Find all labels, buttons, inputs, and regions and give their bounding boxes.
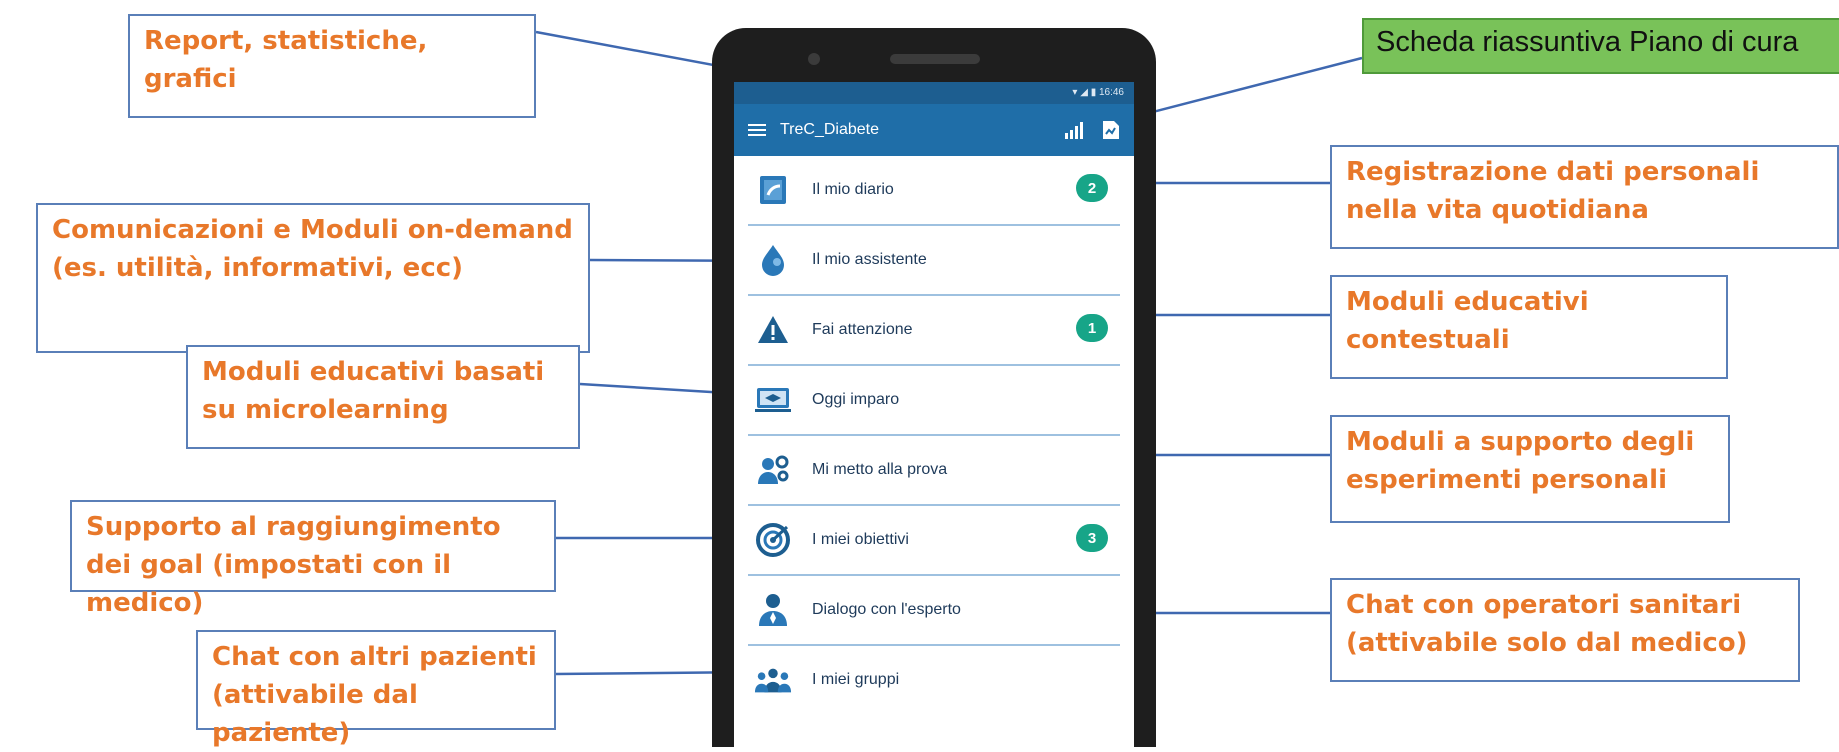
menu-hamburger-icon[interactable] (748, 124, 766, 136)
notification-badge: 1 (1076, 314, 1108, 342)
menu-label: Fai attenzione (812, 321, 913, 338)
callout-care-plan-summary: Scheda riassuntiva Piano di cura (1362, 18, 1839, 74)
stats-signal-icon[interactable] (1064, 121, 1086, 139)
drop-icon (754, 241, 792, 279)
phone-device: ▾ ◢ ▮ 16:46 TreC_Diabete Il mio diario 2… (712, 28, 1156, 747)
app-bar: TreC_Diabete (734, 104, 1134, 156)
menu-item-oggi-imparo[interactable]: Oggi imparo (748, 366, 1120, 436)
callout-registration: Registrazione dati personali nella vita … (1330, 145, 1839, 249)
callout-communications: Comunicazioni e Moduli on-demand (es. ut… (36, 203, 590, 353)
summary-document-icon[interactable] (1102, 120, 1120, 140)
phone-speaker (890, 54, 980, 64)
phone-camera (808, 53, 820, 65)
callout-contextual: Moduli educativi contestuali (1330, 275, 1728, 379)
callout-chat-operators: Chat con operatori sanitari (attivabile … (1330, 578, 1800, 682)
target-icon (754, 521, 792, 559)
diary-icon (754, 171, 792, 209)
notification-badge: 2 (1076, 174, 1108, 202)
menu-label: Mi metto alla prova (812, 461, 948, 478)
menu-item-prova[interactable]: Mi metto alla prova (748, 436, 1120, 506)
menu-item-esperto[interactable]: Dialogo con l'esperto (748, 576, 1120, 646)
callout-goals: Supporto al raggiungimento dei goal (imp… (70, 500, 556, 618)
menu-item-assistente[interactable]: Il mio assistente (748, 226, 1120, 296)
menu-label: I miei obiettivi (812, 531, 909, 548)
callout-microlearning: Moduli educativi basati su microlearning (186, 345, 580, 449)
menu-item-diario[interactable]: Il mio diario 2 (748, 156, 1120, 226)
notification-badge: 3 (1076, 524, 1108, 552)
app-title: TreC_Diabete (780, 121, 880, 138)
learning-icon (754, 381, 792, 419)
app-screen: ▾ ◢ ▮ 16:46 TreC_Diabete Il mio diario 2… (734, 82, 1134, 747)
menu-item-gruppi[interactable]: I miei gruppi (748, 646, 1120, 714)
menu-label: Dialogo con l'esperto (812, 601, 961, 618)
group-icon (754, 661, 792, 699)
callout-report: Report, statistiche, grafici (128, 14, 536, 118)
menu-item-attenzione[interactable]: Fai attenzione 1 (748, 296, 1120, 366)
menu-label: Il mio assistente (812, 251, 927, 268)
callout-experiments: Moduli a supporto degli esperimenti pers… (1330, 415, 1730, 523)
test-icon (754, 451, 792, 489)
expert-icon (754, 591, 792, 629)
status-bar: ▾ ◢ ▮ 16:46 (734, 82, 1134, 104)
menu-label: I miei gruppi (812, 671, 900, 688)
warning-icon (754, 311, 792, 349)
callout-chat-patients: Chat con altri pazienti (attivabile dal … (196, 630, 556, 748)
menu-label: Il mio diario (812, 181, 894, 198)
menu-item-obiettivi[interactable]: I miei obiettivi 3 (748, 506, 1120, 576)
menu-label: Oggi imparo (812, 391, 900, 408)
